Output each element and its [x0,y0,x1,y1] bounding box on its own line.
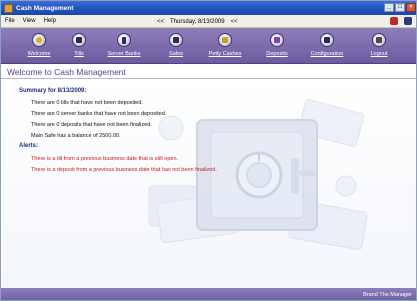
app-window: Cash Management _ □ × File View Help << … [0,0,417,301]
minimize-button[interactable]: _ [384,3,394,12]
toolbar-label: Safes [168,51,184,57]
configuration-icon [320,33,334,47]
summary-line: There are 0 server banks that have not b… [31,111,167,117]
toolbar-deposits[interactable]: Deposits [257,31,297,62]
main-content: Summary for 8/13/2009: There are 0 tills… [1,80,416,288]
toolbar-label: Server Banks [107,51,141,57]
previous-date-button[interactable]: << [157,19,164,25]
summary-line: There are 0 tills that have not been dep… [31,100,143,106]
toolbar-label: Tills [74,51,84,57]
alert-item: There is a deposit from a previous busin… [31,167,217,173]
toolbar-label: Welcome [27,51,51,57]
petty-cashes-icon [218,33,232,47]
menu-right-icons [390,17,412,25]
summary-heading: Summary for 8/13/2009: [19,88,87,94]
date-navigator: << Thursday, 8/13/2009 << [157,15,238,28]
alerts-heading: Alerts: [19,143,39,149]
alert-item: There is a till from a previous business… [31,156,179,162]
logout-icon [372,33,386,47]
menu-help[interactable]: Help [40,18,60,24]
toolbar-logout[interactable]: Logout [359,31,399,62]
footer-brand: Brand The Manager [1,288,416,300]
summary-line: Main Safe has a balance of 2500.00. [31,133,121,139]
safes-icon [169,33,183,47]
page-title: Welcome to Cash Management [1,65,416,79]
toolbar-petty-cashes[interactable]: Petty Cashes [205,31,245,62]
window-controls: _ □ × [384,3,416,12]
alert-icon[interactable] [390,17,398,25]
toolbar-safes[interactable]: Safes [156,31,196,62]
close-button[interactable]: × [406,3,416,12]
window-title: Cash Management [16,4,74,12]
menu-bar: File View Help << Thursday, 8/13/2009 << [1,15,416,28]
tills-icon [72,33,86,47]
next-date-button[interactable]: << [231,19,238,25]
welcome-icon [32,33,46,47]
toolbar-label: Petty Cashes [208,51,242,57]
summary-line: There are 0 deposits that have not been … [31,122,152,128]
toolbar-server-banks[interactable]: Server Banks [104,31,144,62]
business-date: Thursday, 8/13/2009 [170,18,225,25]
deposits-icon [270,33,284,47]
safe-watermark-image [148,98,368,251]
toolbar-tills[interactable]: Tills [59,31,99,62]
toolbar-welcome[interactable]: Welcome [19,31,59,62]
main-toolbar: Welcome Tills Server Banks Safes Petty C… [1,28,416,64]
menu-file[interactable]: File [1,18,19,24]
toolbar-label: Logout [370,51,388,57]
server-banks-icon [117,33,131,47]
toolbar-configuration[interactable]: Configuration [307,31,347,62]
maximize-button[interactable]: □ [395,3,405,12]
title-bar: Cash Management _ □ × [1,1,416,15]
toolbar-label: Configuration [310,51,344,57]
menu-view[interactable]: View [19,18,40,24]
toolbar-label: Deposits [266,51,288,57]
help-icon[interactable] [404,17,412,25]
app-icon [4,3,13,13]
